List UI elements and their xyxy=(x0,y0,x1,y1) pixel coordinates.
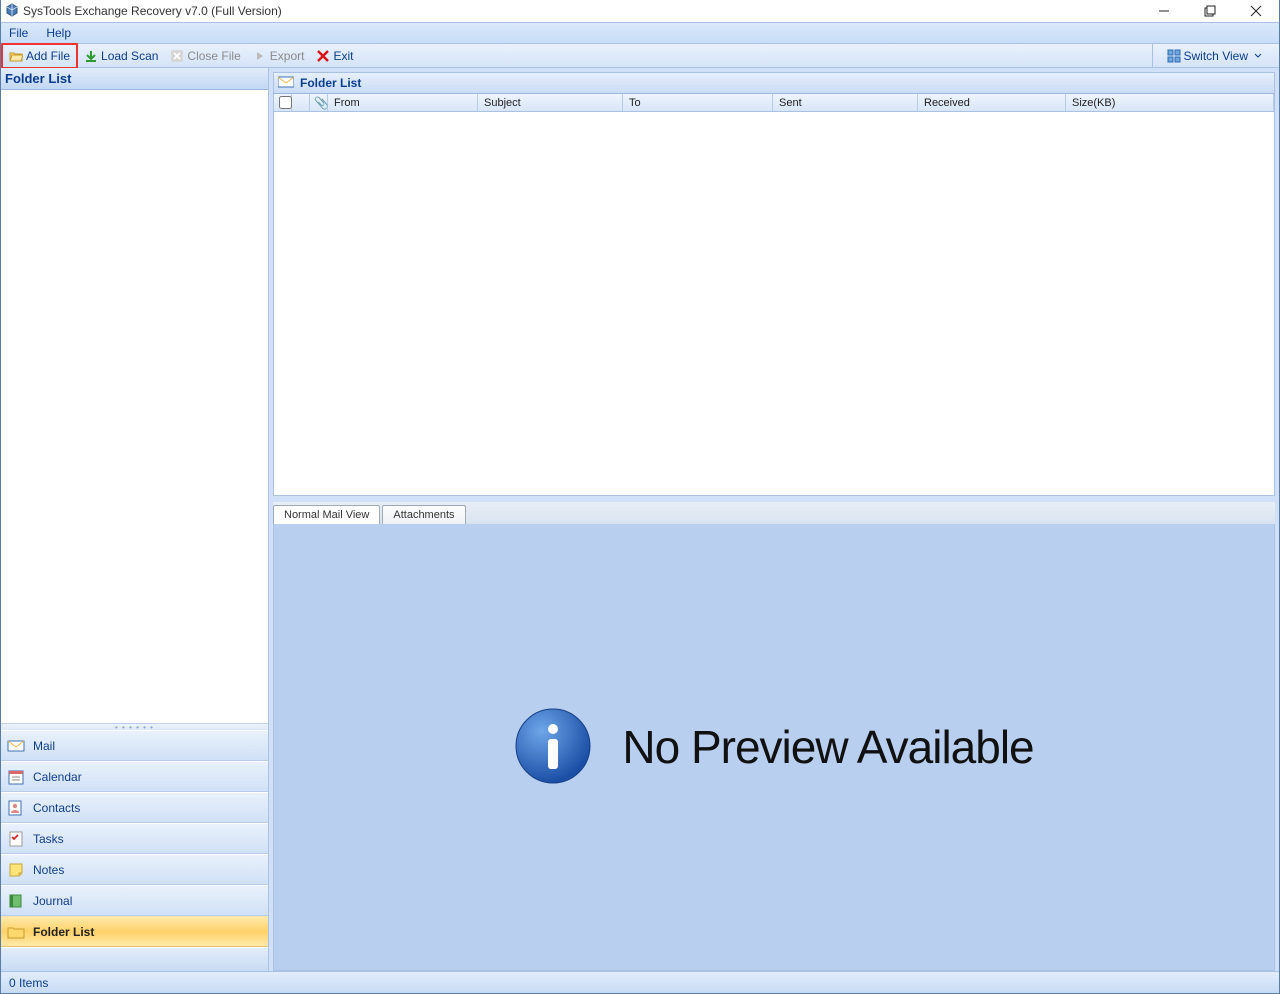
nav-folder-list[interactable]: Folder List xyxy=(1,916,268,947)
export-label: Export xyxy=(270,49,305,63)
info-icon xyxy=(514,707,592,788)
menu-bar: File Help xyxy=(1,22,1279,44)
col-attachment[interactable]: 📎 xyxy=(310,94,328,111)
nav-folder-list-label: Folder List xyxy=(33,925,94,939)
contacts-icon xyxy=(7,800,25,816)
mail-list: 📎 From Subject To Sent Received Size(KB) xyxy=(273,94,1275,496)
nav-notes-label: Notes xyxy=(33,863,64,877)
col-from[interactable]: From xyxy=(328,94,478,111)
grid-view-icon xyxy=(1167,49,1181,63)
col-subject[interactable]: Subject xyxy=(478,94,623,111)
right-header-label: Folder List xyxy=(300,76,361,90)
col-sent[interactable]: Sent xyxy=(773,94,918,111)
main-area: Folder List • • • • • • Mail Calendar Co… xyxy=(1,68,1279,971)
toolbar: Add File Load Scan Close File Export xyxy=(1,44,1279,68)
toolbar-add-file[interactable]: Add File xyxy=(3,45,76,67)
status-bar: 0 Items xyxy=(1,971,1279,993)
notes-icon xyxy=(7,862,25,878)
menu-help[interactable]: Help xyxy=(46,26,71,40)
paperclip-icon: 📎 xyxy=(314,96,329,110)
switch-view-wrap: Switch View xyxy=(1152,44,1279,67)
close-file-label: Close File xyxy=(187,49,240,63)
right-pane-header: Folder List xyxy=(273,72,1275,94)
column-headers: 📎 From Subject To Sent Received Size(KB) xyxy=(274,94,1274,112)
window-title: SysTools Exchange Recovery v7.0 (Full Ve… xyxy=(23,4,282,18)
folder-tree[interactable] xyxy=(1,90,268,724)
col-checkbox[interactable] xyxy=(274,94,292,111)
nav-mail-label: Mail xyxy=(33,739,55,753)
load-scan-label: Load Scan xyxy=(101,49,158,63)
calendar-icon xyxy=(7,769,25,785)
col-icon[interactable] xyxy=(292,94,310,111)
x-red-icon xyxy=(316,49,330,63)
col-size[interactable]: Size(KB) xyxy=(1066,94,1274,111)
header-checkbox[interactable] xyxy=(279,96,292,109)
journal-icon xyxy=(7,893,25,909)
tasks-icon xyxy=(7,831,25,847)
switch-view-label: Switch View xyxy=(1184,49,1248,63)
close-square-icon xyxy=(170,49,184,63)
window-controls xyxy=(1141,0,1279,22)
preview-message: No Preview Available xyxy=(622,720,1033,774)
nav-calendar[interactable]: Calendar xyxy=(1,761,268,792)
app-window: SysTools Exchange Recovery v7.0 (Full Ve… xyxy=(0,0,1280,994)
toolbar-export: Export xyxy=(247,45,311,67)
nav-journal[interactable]: Journal xyxy=(1,885,268,916)
play-icon xyxy=(253,49,267,63)
nav-journal-label: Journal xyxy=(33,894,72,908)
preview-panel: No Preview Available xyxy=(273,524,1275,971)
nav-mail[interactable]: Mail xyxy=(1,730,268,761)
preview-tabs: Normal Mail View Attachments xyxy=(273,502,1275,524)
exit-label: Exit xyxy=(333,49,353,63)
mail-icon xyxy=(7,738,25,754)
minimize-button[interactable] xyxy=(1141,0,1187,22)
right-pane: Folder List 📎 From Subject To Sent Recei… xyxy=(269,68,1279,971)
nav-tasks-label: Tasks xyxy=(33,832,64,846)
menu-file[interactable]: File xyxy=(9,26,28,40)
chevron-down-icon xyxy=(1251,49,1265,63)
envelope-icon xyxy=(278,75,294,91)
col-to[interactable]: To xyxy=(623,94,773,111)
nav-tasks[interactable]: Tasks xyxy=(1,823,268,854)
nav-contacts-label: Contacts xyxy=(33,801,80,815)
title-bar: SysTools Exchange Recovery v7.0 (Full Ve… xyxy=(1,0,1279,22)
status-text: 0 Items xyxy=(9,976,48,990)
add-file-label: Add File xyxy=(26,49,70,63)
nav-contacts[interactable]: Contacts xyxy=(1,792,268,823)
left-pane: Folder List • • • • • • Mail Calendar Co… xyxy=(1,68,269,971)
toolbar-switch-view[interactable]: Switch View xyxy=(1161,45,1271,67)
close-button[interactable] xyxy=(1233,0,1279,22)
toolbar-exit[interactable]: Exit xyxy=(310,45,359,67)
maximize-button[interactable] xyxy=(1187,0,1233,22)
nav-notes[interactable]: Notes xyxy=(1,854,268,885)
nav-calendar-label: Calendar xyxy=(33,770,82,784)
nav-bottom-strip xyxy=(1,947,268,971)
nav-list: Mail Calendar Contacts Tasks Notes xyxy=(1,730,268,947)
toolbar-load-scan[interactable]: Load Scan xyxy=(78,45,164,67)
download-arrow-icon xyxy=(84,49,98,63)
left-pane-header: Folder List xyxy=(1,68,268,90)
col-received[interactable]: Received xyxy=(918,94,1066,111)
folder-open-icon xyxy=(9,49,23,63)
app-icon xyxy=(5,3,19,20)
tab-normal-mail-view[interactable]: Normal Mail View xyxy=(273,505,380,524)
folder-icon xyxy=(7,924,25,940)
toolbar-close-file: Close File xyxy=(164,45,246,67)
add-file-highlight: Add File xyxy=(1,43,78,69)
tab-attachments[interactable]: Attachments xyxy=(382,505,465,524)
